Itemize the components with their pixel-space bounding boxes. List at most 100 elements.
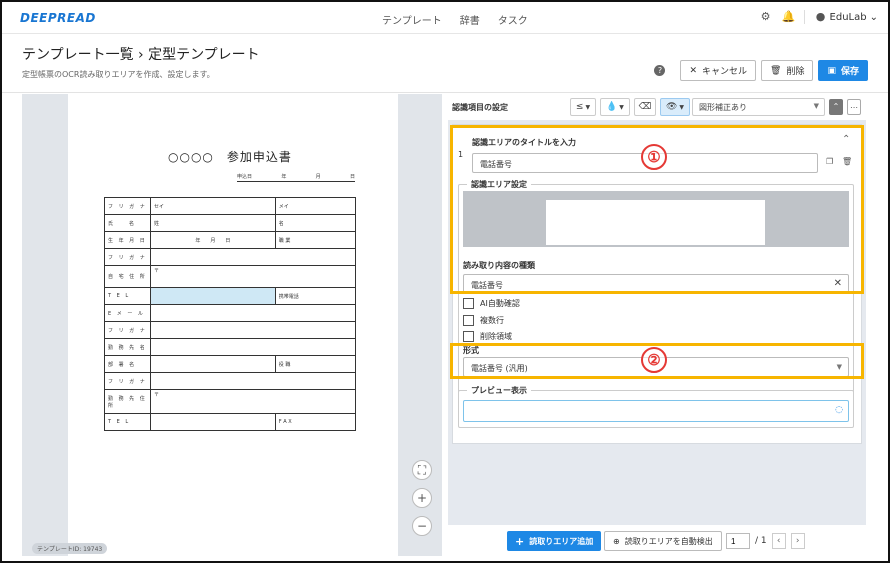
save-icon: ▣ bbox=[827, 65, 836, 76]
form-label: 氏 名 bbox=[104, 214, 151, 232]
close-icon: ✕ bbox=[689, 65, 697, 76]
add-read-area-label: 読取りエリア追加 bbox=[529, 536, 594, 546]
template-id-badge: テンプレートID: 19743 bbox=[32, 543, 108, 554]
target-icon: ⊕ bbox=[613, 536, 620, 546]
save-button-label: 保存 bbox=[840, 67, 859, 77]
checkbox-label: 削除領域 bbox=[480, 332, 512, 341]
next-page-button[interactable]: › bbox=[790, 533, 805, 549]
delete-region-checkbox[interactable]: 削除領域 bbox=[463, 331, 512, 342]
date-month: 月 bbox=[315, 174, 321, 180]
form-label: フ リ ガ ナ bbox=[104, 321, 151, 339]
droplet-icon: 💧 bbox=[606, 102, 618, 112]
shape-correction-select[interactable]: 図形補正あり ▼ bbox=[692, 98, 825, 116]
help-icon[interactable]: ? bbox=[654, 65, 666, 76]
form-label: フ リ ガ ナ bbox=[104, 372, 151, 390]
nav-item-tasks[interactable]: タスク bbox=[498, 12, 528, 27]
prev-page-button[interactable]: ‹ bbox=[771, 533, 786, 549]
auto-detect-button[interactable]: ⊕ 読取りエリアを自動検出 bbox=[604, 531, 722, 551]
table-row: 勤 務 先 住 所〒 bbox=[104, 389, 356, 414]
trash-icon: 🗑 bbox=[770, 65, 782, 76]
gear-icon[interactable]: ⚙ bbox=[760, 11, 772, 23]
page-title: テンプレート一覧 › 定型テンプレート bbox=[22, 47, 260, 63]
top-navigation-bar: DEEPREAD テンプレート 辞書 タスク ⚙ 🔔 ● EduLab ⌄ bbox=[2, 2, 888, 34]
table-row: 自 宅 住 所〒 bbox=[104, 265, 356, 288]
save-button[interactable]: ▣ 保存 bbox=[818, 60, 868, 81]
form-cell bbox=[150, 413, 276, 431]
form-cell: 年 月 日 bbox=[150, 231, 276, 249]
zoom-in-button[interactable]: + bbox=[412, 488, 432, 508]
fit-screen-icon[interactable]: ⛶ bbox=[412, 460, 432, 480]
user-menu[interactable]: ● EduLab ⌄ bbox=[815, 11, 878, 23]
preview-label: プレビュー表示 bbox=[467, 385, 531, 396]
form-cell: 役 職 bbox=[274, 355, 357, 373]
table-row: フ リ ガ ナ bbox=[104, 372, 356, 390]
main-nav: テンプレート 辞書 タスク bbox=[382, 12, 528, 27]
form-cell: 〒 bbox=[150, 265, 356, 288]
form-cell bbox=[150, 248, 356, 266]
eraser-tool[interactable]: ⌫ bbox=[634, 98, 656, 116]
collapse-all-icon[interactable]: ⌃ bbox=[829, 99, 843, 115]
table-row: 生 年 月 日年 月 日職 業 bbox=[104, 231, 357, 249]
checkbox-label: 複数行 bbox=[480, 316, 504, 325]
caret-down-icon: ▼ bbox=[619, 103, 624, 111]
form-cell: 名 bbox=[274, 214, 357, 232]
preview-output: ◌ bbox=[463, 400, 849, 422]
document-title: ○○○○ 参加申込書 bbox=[168, 150, 292, 164]
visibility-tool[interactable]: 👁 ▼ bbox=[660, 98, 690, 116]
top-right-actions: ⚙ 🔔 ● EduLab ⌄ bbox=[760, 10, 878, 24]
settings-title: 認識項目の設定 bbox=[452, 103, 508, 112]
nav-item-dictionary[interactable]: 辞書 bbox=[460, 12, 480, 27]
user-avatar-icon: ● bbox=[815, 10, 826, 23]
eraser-icon: ⌫ bbox=[638, 102, 652, 112]
table-row: E メ ー ル bbox=[104, 304, 356, 322]
chevron-down-icon: ▼ bbox=[813, 102, 819, 110]
checkbox-box[interactable] bbox=[463, 331, 474, 342]
annotation-marker-2: ② bbox=[641, 347, 667, 373]
form-cell bbox=[150, 321, 356, 339]
table-row: フ リ ガ ナ bbox=[104, 248, 356, 266]
pagination: / 1 ‹ › bbox=[726, 533, 805, 549]
form-cell: 携帯電話 bbox=[274, 287, 357, 305]
more-options-icon[interactable]: ⋯ bbox=[847, 99, 861, 115]
checkbox-box[interactable] bbox=[463, 298, 474, 309]
ai-auto-check-checkbox[interactable]: AI自動確認 bbox=[463, 298, 520, 309]
checkbox-label: AI自動確認 bbox=[480, 299, 520, 308]
delete-button[interactable]: 🗑 削除 bbox=[761, 60, 814, 81]
add-read-area-button[interactable]: + 読取りエリア追加 bbox=[507, 531, 602, 551]
page-total: / 1 bbox=[755, 536, 767, 546]
form-cell bbox=[150, 338, 356, 356]
user-name: EduLab bbox=[829, 11, 867, 23]
form-label: 自 宅 住 所 bbox=[104, 265, 151, 288]
table-row: 勤 務 先 名 bbox=[104, 338, 356, 356]
page-input[interactable] bbox=[726, 533, 750, 549]
multiline-checkbox[interactable]: 複数行 bbox=[463, 315, 504, 326]
table-row: 氏 名姓名 bbox=[104, 214, 357, 232]
form-cell: F A X bbox=[274, 413, 357, 431]
table-row: フ リ ガ ナセイ メイ bbox=[104, 197, 357, 215]
auto-detect-label: 読取りエリアを自動検出 bbox=[624, 536, 713, 546]
le-symbol: ≤ bbox=[575, 102, 584, 112]
nav-item-templates[interactable]: テンプレート bbox=[382, 12, 442, 27]
comparison-tool[interactable]: ≤ ▼ bbox=[570, 98, 596, 116]
cancel-button[interactable]: ✕ キャンセル bbox=[680, 60, 757, 81]
app-logo[interactable]: DEEPREAD bbox=[20, 11, 96, 25]
caret-down-icon: ▼ bbox=[679, 103, 685, 111]
table-row: 部 署 名役 職 bbox=[104, 355, 357, 373]
date-label: 申込日 bbox=[237, 174, 253, 180]
bell-icon[interactable]: 🔔 bbox=[782, 11, 796, 23]
table-row: フ リ ガ ナ bbox=[104, 321, 356, 339]
ink-tool[interactable]: 💧 ▼ bbox=[600, 98, 630, 116]
form-label: フ リ ガ ナ bbox=[104, 197, 151, 215]
highlighted-tel-cell[interactable] bbox=[150, 287, 276, 305]
zoom-controls: ⛶ + − bbox=[412, 460, 432, 536]
page-subtitle: 定型帳票のOCR読み取りエリアを作成、設定します。 bbox=[22, 70, 215, 79]
zoom-out-button[interactable]: − bbox=[412, 516, 432, 536]
date-day: 日 bbox=[349, 174, 355, 180]
checkbox-box[interactable] bbox=[463, 315, 474, 326]
form-cell bbox=[150, 355, 276, 373]
table-row: T E L 携帯電話 bbox=[104, 287, 357, 305]
application-form-table: フ リ ガ ナセイ メイ 氏 名姓名 生 年 月 日年 月 日職 業 フ リ ガ … bbox=[104, 197, 357, 431]
delete-button-label: 削除 bbox=[786, 67, 805, 77]
shape-correction-value: 図形補正あり bbox=[699, 103, 747, 112]
form-label: T E L bbox=[104, 413, 151, 431]
